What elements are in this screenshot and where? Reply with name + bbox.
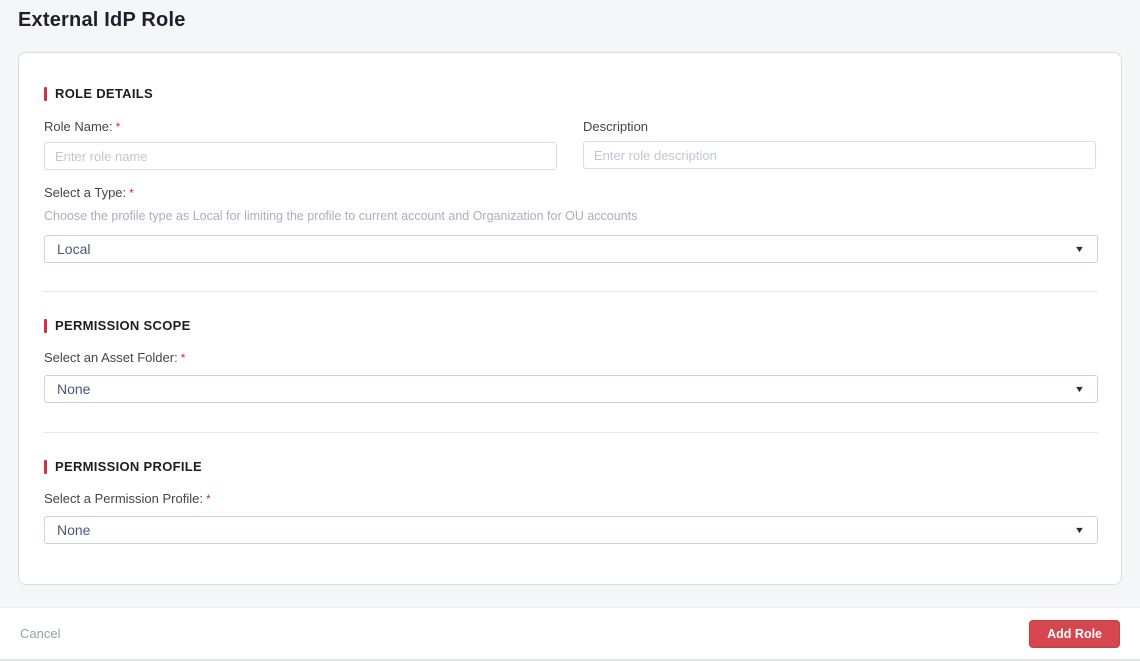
- section-heading-role-details: ROLE DETAILS: [44, 87, 1096, 101]
- role-name-label: Role Name: *: [44, 119, 121, 134]
- permission-profile-select[interactable]: None ▼: [44, 516, 1098, 544]
- external-idp-role-page: External IdP Role ROLE DETAILS Role Name…: [0, 0, 1140, 661]
- type-label: Select a Type: *: [44, 185, 134, 200]
- type-select[interactable]: Local ▼: [44, 235, 1098, 263]
- chevron-down-icon: ▼: [1073, 524, 1086, 535]
- role-name-input[interactable]: [44, 142, 557, 170]
- section-heading-permission-profile: PERMISSION PROFILE: [44, 460, 1096, 474]
- accent-bar: [44, 319, 47, 333]
- description-input[interactable]: [583, 141, 1096, 169]
- required-asterisk: *: [180, 351, 186, 365]
- required-asterisk: *: [129, 186, 134, 200]
- description-field-group: Description: [583, 119, 1096, 170]
- role-name-description-row: Role Name:* Description: [44, 119, 1096, 170]
- permission-profile-label: Select a Permission Profile: *: [44, 491, 211, 506]
- section-divider: [44, 432, 1098, 433]
- add-role-button[interactable]: Add Role: [1029, 619, 1120, 648]
- section-heading-permission-scope: PERMISSION SCOPE: [44, 319, 1096, 333]
- section-heading-label: PERMISSION SCOPE: [55, 318, 191, 333]
- form-footer: Cancel Add Role: [0, 607, 1140, 661]
- page-title: External IdP Role: [18, 9, 186, 31]
- cancel-button[interactable]: Cancel: [20, 626, 60, 641]
- role-name-field-group: Role Name: *: [44, 119, 557, 170]
- section-divider: [44, 291, 1098, 292]
- section-heading-label: ROLE DETAILS: [55, 86, 153, 101]
- asset-folder-select-value: None: [57, 381, 91, 397]
- type-select-value: Local: [57, 241, 91, 257]
- chevron-down-icon: ▼: [1073, 243, 1086, 254]
- permission-profile-select-value: None: [57, 522, 91, 538]
- description-label: Description: [583, 119, 649, 134]
- accent-bar: [44, 87, 47, 101]
- role-form-card: ROLE DETAILS Role Name:* Description Sel…: [18, 52, 1122, 585]
- required-asterisk: *: [115, 120, 121, 134]
- section-heading-label: PERMISSION PROFILE: [55, 459, 202, 474]
- chevron-down-icon: ▼: [1073, 383, 1086, 394]
- required-asterisk: *: [205, 492, 211, 506]
- accent-bar: [44, 460, 47, 474]
- asset-folder-select[interactable]: None ▼: [44, 375, 1098, 403]
- type-helper-text: Choose the profile type as Local for lim…: [44, 209, 638, 223]
- asset-folder-label: Select an Asset Folder: *: [44, 350, 186, 365]
